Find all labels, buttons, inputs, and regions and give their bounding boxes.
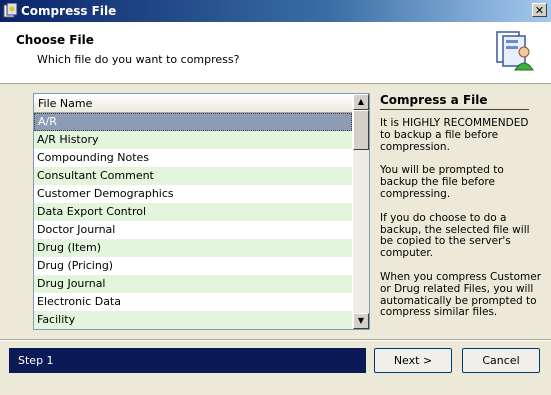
window-title: Compress File — [21, 4, 117, 18]
title-bar[interactable]: Compress File ✕ — [0, 0, 551, 22]
info-paragraph: When you compress Customer or Drug relat… — [380, 270, 542, 319]
file-rows: A/R A/R History Compounding Notes Consul… — [34, 113, 352, 329]
close-button[interactable]: ✕ — [532, 3, 547, 17]
list-item[interactable]: Drug (Pricing) — [34, 257, 352, 275]
app-icon — [3, 3, 18, 18]
list-item[interactable]: Electronic Data — [34, 293, 352, 311]
vertical-scrollbar[interactable]: ▲ ▼ — [353, 94, 369, 329]
scroll-up-button[interactable]: ▲ — [353, 94, 369, 110]
column-header-label: File Name — [38, 97, 93, 110]
cancel-button[interactable]: Cancel — [462, 348, 540, 373]
info-paragraph: It is HIGHLY RECOMMENDED to backup a fil… — [380, 117, 529, 153]
scroll-down-button[interactable]: ▼ — [353, 313, 369, 329]
info-title: Compress a File — [380, 93, 529, 110]
list-item[interactable]: Facility — [34, 311, 352, 329]
page-subtitle: Which file do you want to compress? — [37, 53, 240, 66]
info-paragraph: If you do choose to do a backup, the sel… — [380, 211, 530, 260]
file-list[interactable]: File Name A/R A/R History Compounding No… — [33, 93, 370, 330]
info-paragraph: You will be prompted to backup the file … — [380, 164, 504, 200]
list-item[interactable]: Doctor Journal — [34, 221, 352, 239]
list-item[interactable]: A/R History — [34, 131, 352, 149]
info-panel: It is HIGHLY RECOMMENDED to backup a fil… — [380, 117, 542, 331]
column-header-file-name[interactable]: File Name — [34, 94, 352, 113]
wizard-header: Choose File Which file do you want to co… — [0, 22, 551, 84]
list-item[interactable]: Drug (Item) — [34, 239, 352, 257]
scroll-thumb[interactable] — [353, 110, 369, 150]
page-title: Choose File — [16, 33, 94, 47]
compress-user-icon — [496, 31, 534, 71]
footer-divider — [0, 339, 551, 341]
next-button[interactable]: Next > — [374, 348, 452, 373]
list-item[interactable]: A/R — [34, 113, 352, 131]
list-item[interactable]: Data Export Control — [34, 203, 352, 221]
step-label: Step 1 — [18, 354, 54, 367]
list-item[interactable]: Consultant Comment — [34, 167, 352, 185]
step-indicator: Step 1 — [9, 348, 366, 373]
list-item[interactable]: Drug Journal — [34, 275, 352, 293]
list-item[interactable]: Compounding Notes — [34, 149, 352, 167]
list-item[interactable]: Customer Demographics — [34, 185, 352, 203]
